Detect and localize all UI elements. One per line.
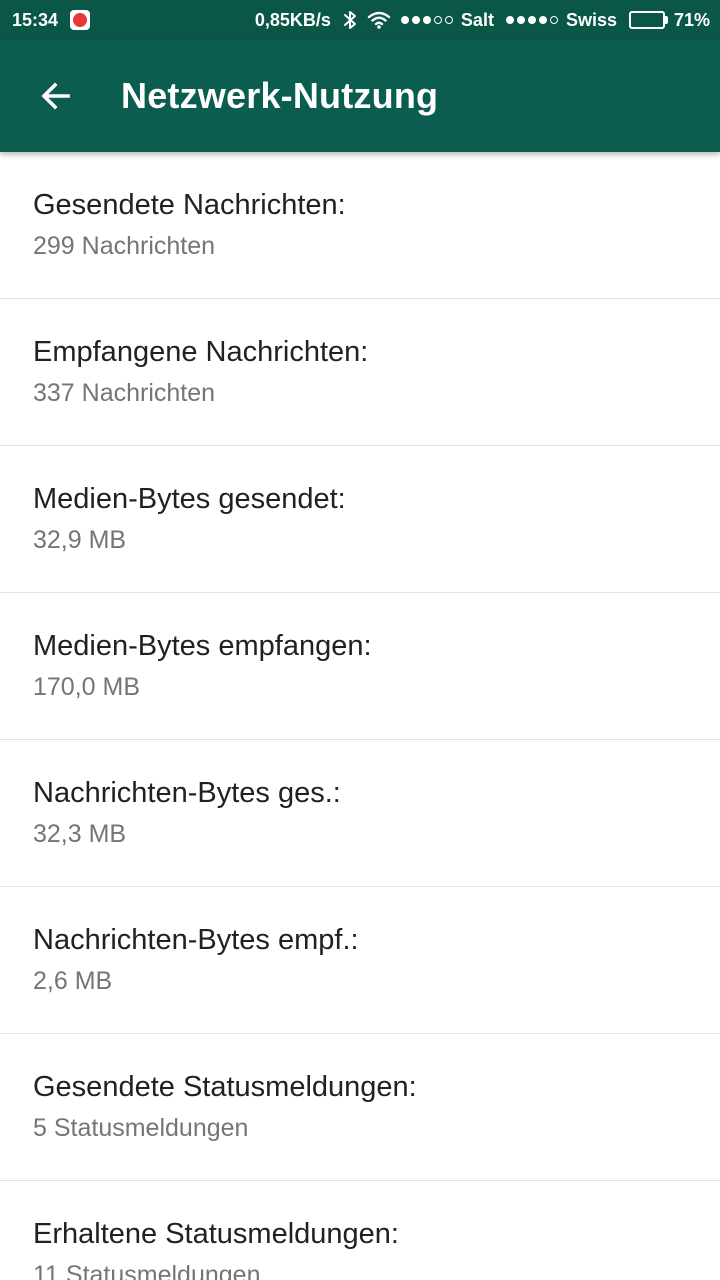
- back-button[interactable]: [20, 60, 92, 132]
- list-item: Nachrichten-Bytes empf.: 2,6 MB: [0, 887, 720, 1034]
- signal-strength-icon: [400, 16, 453, 24]
- network-usage-list: Gesendete Nachrichten: 299 Nachrichten E…: [0, 152, 720, 1280]
- signal-strength-icon: [505, 16, 558, 24]
- item-label: Medien-Bytes empfangen:: [33, 630, 372, 662]
- item-value: 32,9 MB: [33, 526, 127, 554]
- list-item: Empfangene Nachrichten: 337 Nachrichten: [0, 299, 720, 446]
- item-value: 32,3 MB: [33, 820, 127, 848]
- carrier-name-2: Swiss: [565, 9, 617, 30]
- item-value: 170,0 MB: [33, 673, 141, 701]
- wifi-icon: [367, 11, 391, 29]
- battery-percent: 71%: [673, 9, 710, 30]
- notification-app-icon: [70, 10, 91, 30]
- bluetooth-icon: [343, 10, 357, 30]
- app-bar: Netzwerk-Nutzung: [0, 40, 720, 152]
- item-value: 337 Nachrichten: [33, 379, 216, 407]
- network-speed: 0,85KB/s: [254, 9, 331, 30]
- item-label: Gesendete Statusmeldungen:: [33, 1071, 417, 1103]
- item-value: 299 Nachrichten: [33, 232, 216, 260]
- item-label: Nachrichten-Bytes ges.:: [33, 777, 341, 809]
- item-label: Empfangene Nachrichten:: [33, 336, 369, 368]
- item-value: 11 Statusmeldungen: [33, 1261, 261, 1280]
- list-item: Nachrichten-Bytes ges.: 32,3 MB: [0, 740, 720, 887]
- battery-icon: [628, 11, 668, 29]
- item-label: Medien-Bytes gesendet:: [33, 483, 346, 515]
- list-item: Medien-Bytes gesendet: 32,9 MB: [0, 446, 720, 593]
- item-label: Nachrichten-Bytes empf.:: [33, 924, 359, 956]
- status-time: 15:34: [12, 9, 59, 30]
- item-label: Gesendete Nachrichten:: [33, 189, 346, 221]
- list-item: Erhaltene Statusmeldungen: 11 Statusmeld…: [0, 1181, 720, 1280]
- item-label: Erhaltene Statusmeldungen:: [33, 1218, 399, 1250]
- list-item: Gesendete Statusmeldungen: 5 Statusmeldu…: [0, 1034, 720, 1181]
- carrier-name-1: Salt: [460, 9, 494, 30]
- page-title: Netzwerk-Nutzung: [121, 75, 439, 116]
- arrow-left-icon: [41, 82, 70, 110]
- status-bar: 15:34 0,85KB/s Salt Swiss 71%: [0, 0, 720, 40]
- item-value: 5 Statusmeldungen: [33, 1114, 249, 1142]
- list-item: Medien-Bytes empfangen: 170,0 MB: [0, 593, 720, 740]
- item-value: 2,6 MB: [33, 967, 113, 995]
- list-item: Gesendete Nachrichten: 299 Nachrichten: [0, 152, 720, 299]
